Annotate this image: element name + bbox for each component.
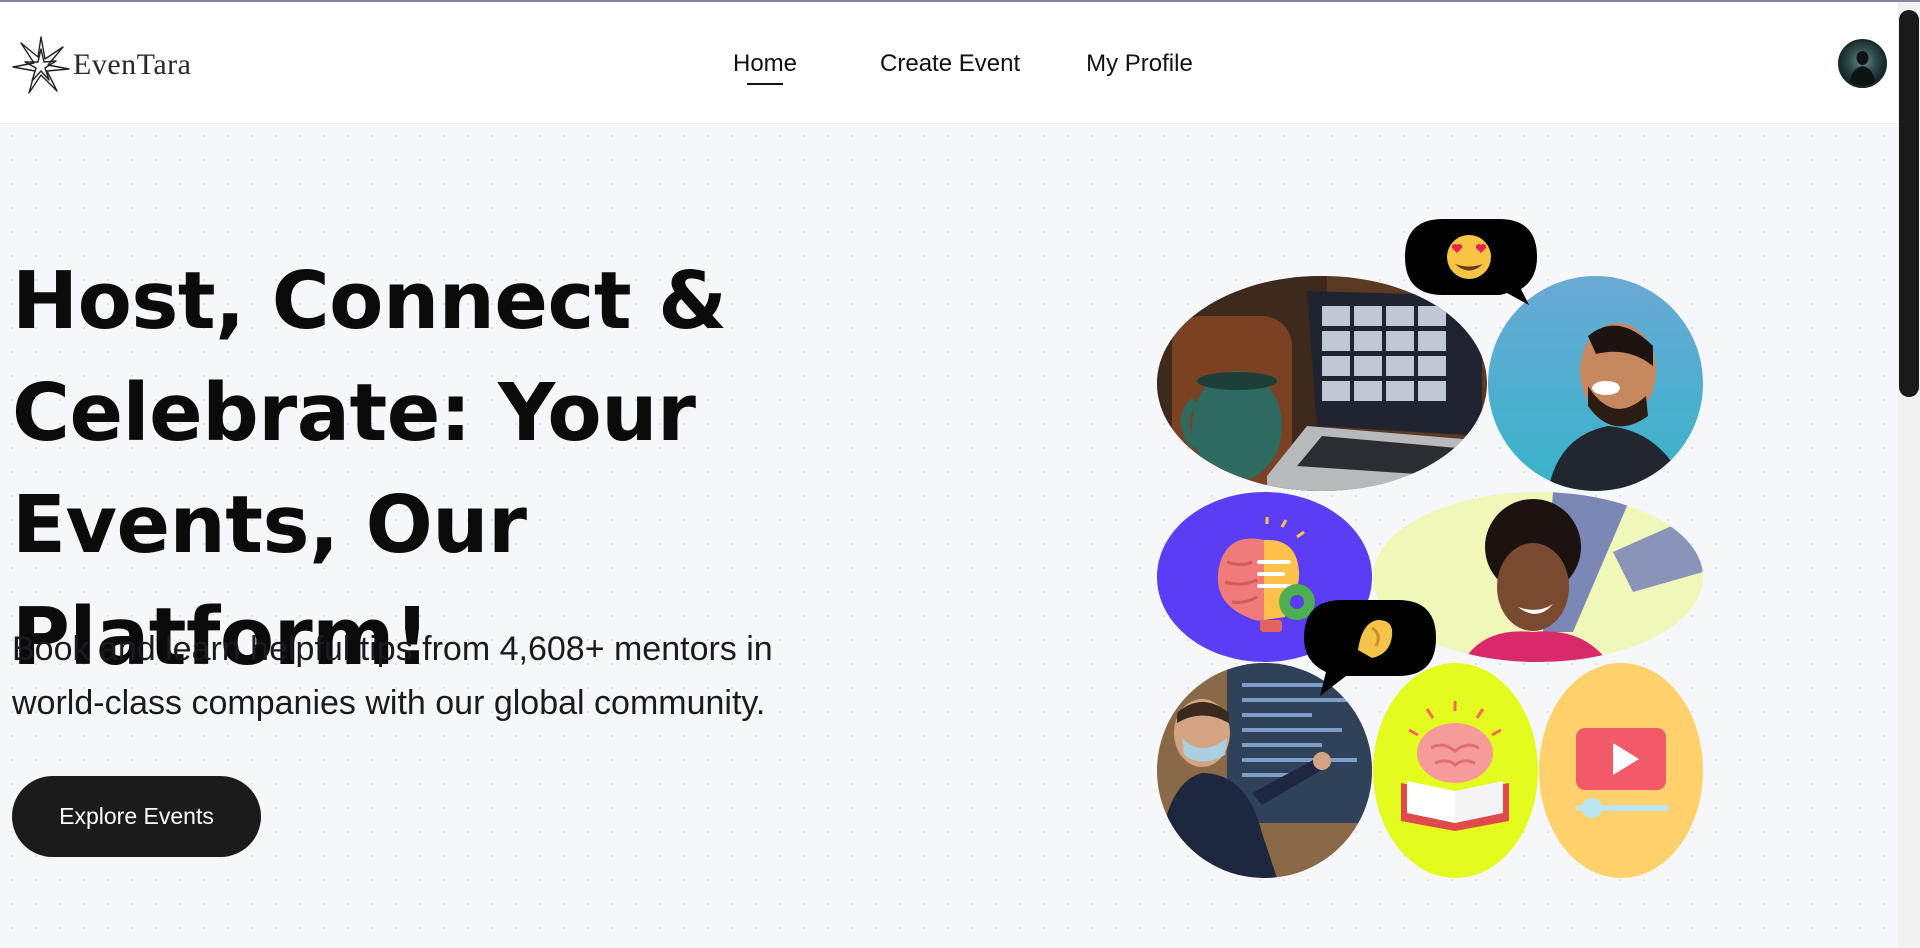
smiling-man-photo (1488, 276, 1703, 491)
explore-events-button[interactable]: Explore Events (12, 776, 261, 857)
hero-section: Host, Connect & Celebrate: Your Events, … (0, 124, 1898, 948)
avatar-figure-icon (1849, 51, 1876, 86)
video-play-icon (1539, 663, 1703, 878)
page: EvenTara Home Create Event My Profile Ho… (0, 0, 1920, 948)
star-flower-icon (12, 36, 70, 94)
user-avatar[interactable] (1838, 39, 1887, 88)
laptop-video-call-photo (1157, 276, 1487, 491)
brand-logo[interactable]: EvenTara (11, 35, 192, 95)
nav-home[interactable]: Home (733, 50, 797, 85)
heart-eyes-emoji (1405, 219, 1537, 305)
navbar: EvenTara Home Create Event My Profile (0, 2, 1898, 124)
hero-subtext: Book and learn helpful tips from 4,608+ … (12, 630, 773, 722)
scrollbar-thumb[interactable] (1899, 10, 1919, 397)
main-nav: Home Create Event My Profile (733, 50, 1193, 85)
pinched-fingers-bubble (1302, 598, 1438, 698)
pinched-fingers-emoji (1304, 600, 1436, 696)
nav-create-event[interactable]: Create Event (880, 50, 1020, 78)
heart-eyes-bubble (1403, 217, 1539, 307)
brand-name: EvenTara (73, 48, 192, 81)
nav-my-profile[interactable]: My Profile (1086, 50, 1193, 78)
